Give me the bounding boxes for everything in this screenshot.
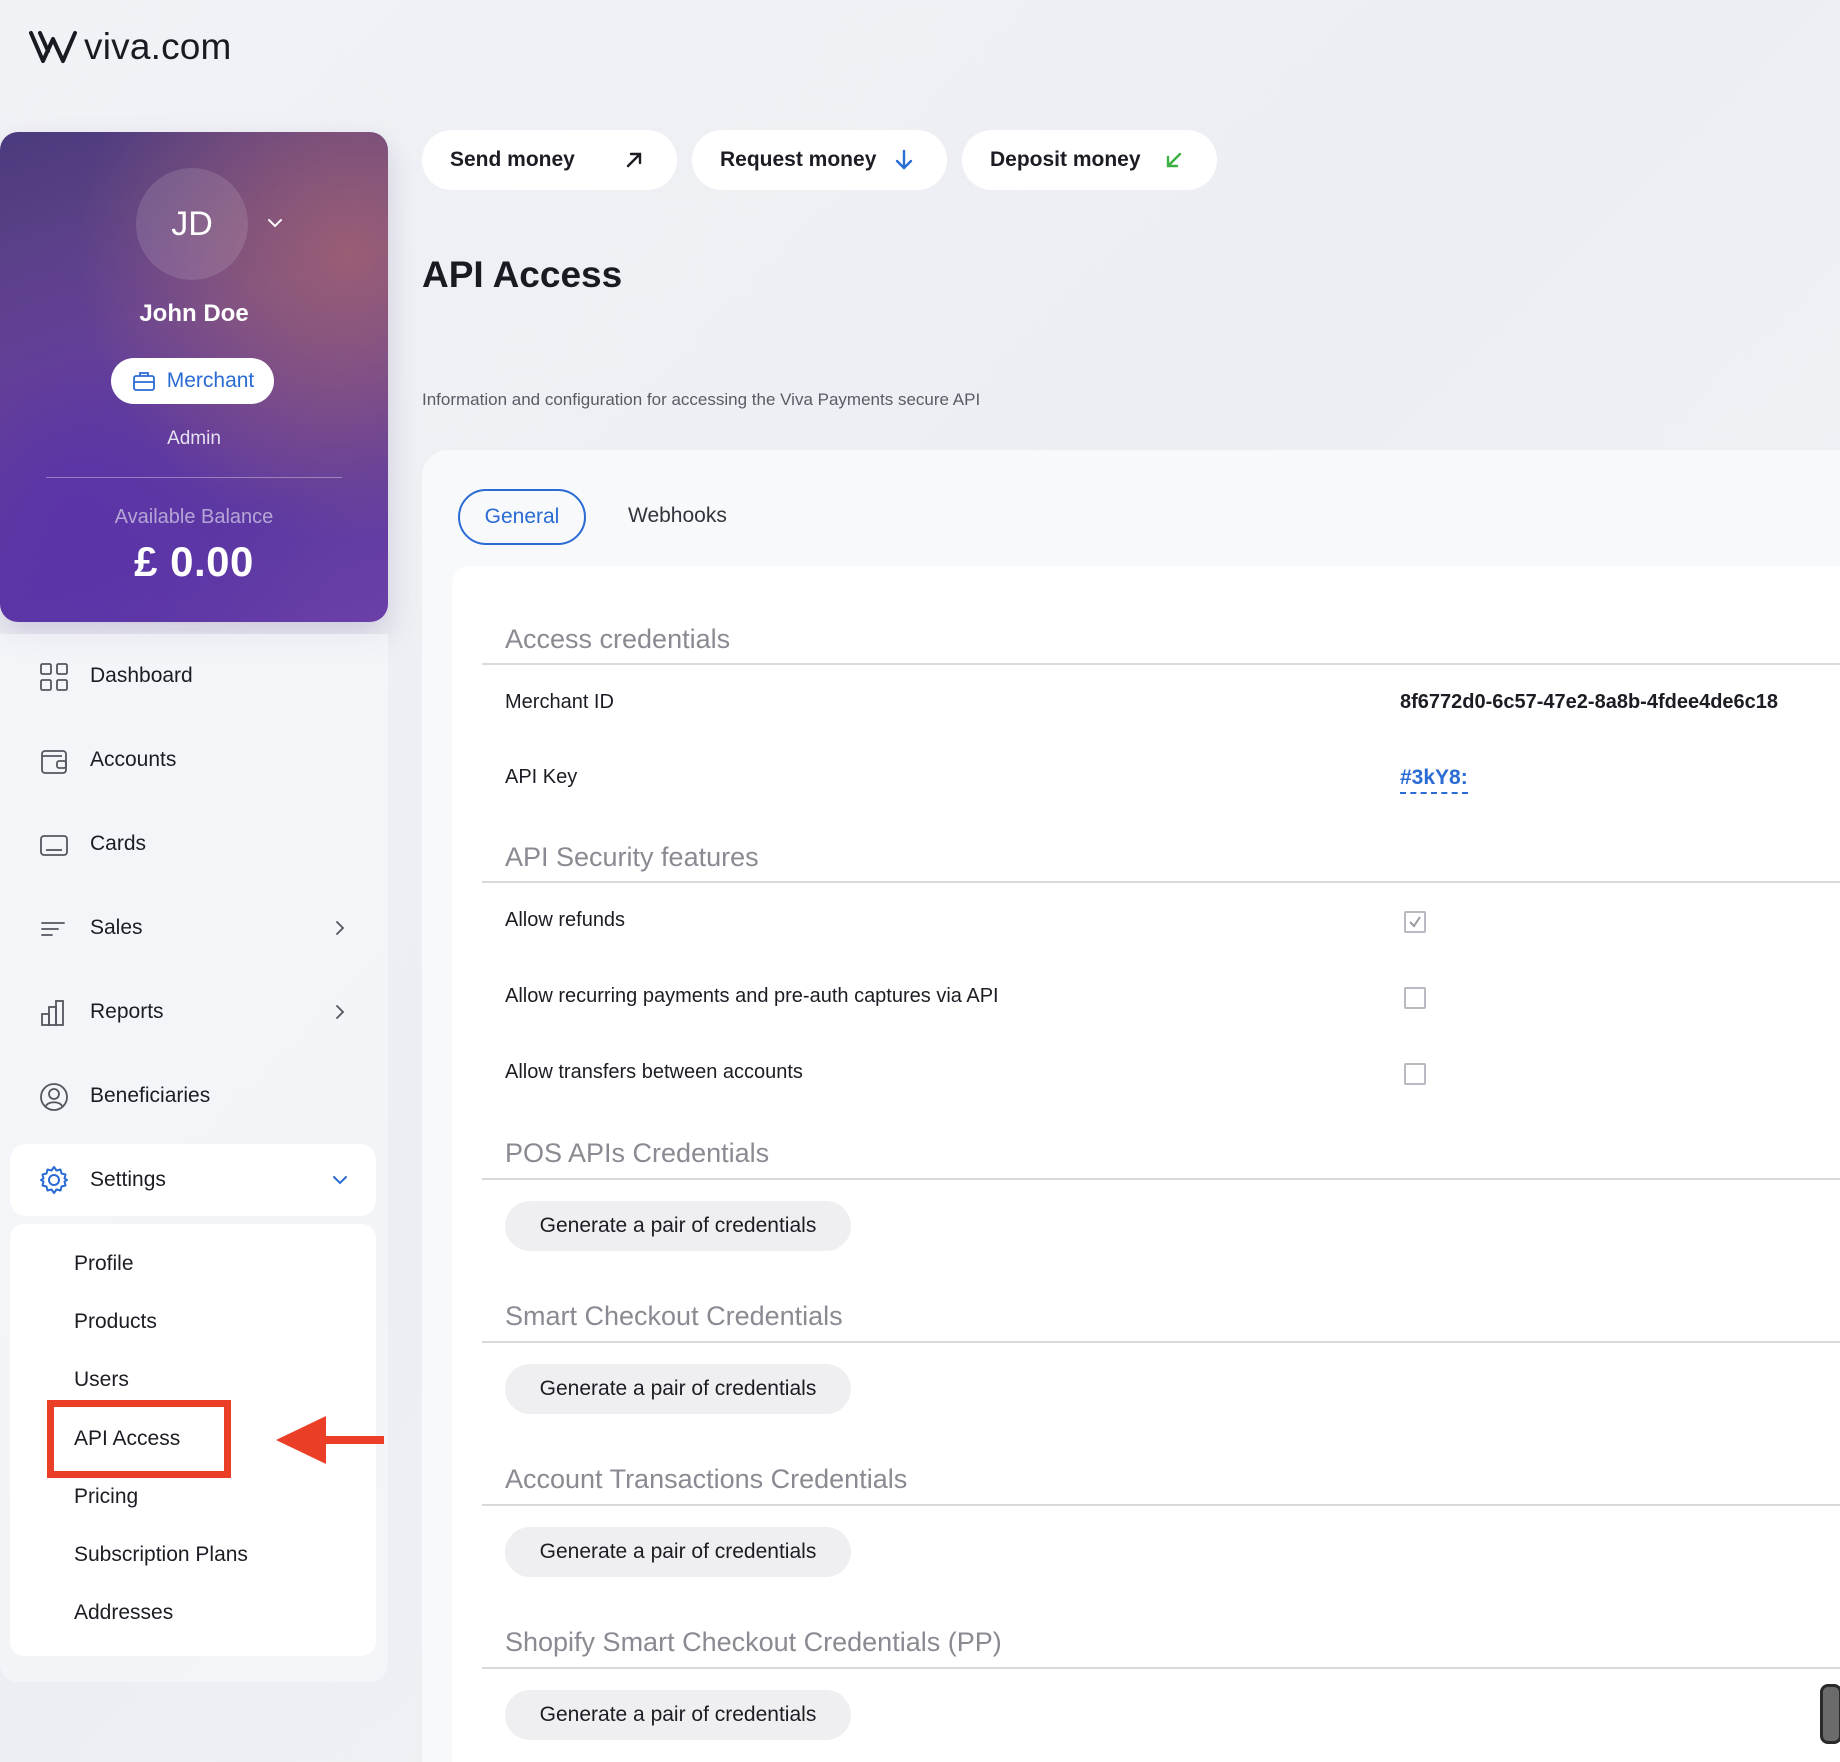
submenu-item-addresses[interactable]: Addresses [74, 1601, 173, 1625]
section-title-security: API Security features [505, 842, 759, 872]
checkmark-icon [1409, 916, 1421, 928]
allow-recurring-label: Allow recurring payments and pre-auth ca… [505, 985, 999, 1007]
grid-icon [40, 663, 68, 691]
user-circle-icon [40, 1083, 68, 1111]
deposit-money-label: Deposit money [990, 148, 1141, 171]
briefcase-icon [132, 372, 155, 391]
viva-logo-icon [29, 31, 77, 63]
page-title: API Access [422, 254, 623, 295]
brand-logo[interactable]: viva.com [28, 26, 232, 68]
sidebar-item-label: Settings [90, 1168, 166, 1191]
page-subtitle: Information and configuration for access… [422, 390, 981, 409]
gear-icon [40, 1166, 68, 1194]
chevron-down-icon [333, 1176, 347, 1185]
submenu-item-users[interactable]: Users [74, 1368, 129, 1392]
generate-smart-checkout-credentials-button[interactable]: Generate a pair of credentials [505, 1364, 851, 1414]
sidebar-item-sales[interactable]: Sales [0, 886, 388, 970]
chevron-right-icon [336, 1005, 345, 1019]
api-key-link[interactable]: #3kY8: [1400, 766, 1468, 794]
divider [46, 477, 342, 478]
request-money-label: Request money [720, 148, 877, 171]
profile-name: John Doe [139, 300, 249, 327]
arrow-down-left-icon [1166, 152, 1182, 168]
submenu-item-profile[interactable]: Profile [74, 1252, 134, 1276]
allow-transfers-label: Allow transfers between accounts [505, 1061, 803, 1083]
sidebar-item-settings[interactable]: Settings [10, 1144, 376, 1216]
arrow-down-icon [895, 149, 913, 170]
sidebar-item-cards[interactable]: Cards [0, 802, 388, 886]
card-icon [40, 835, 68, 856]
brand-name: viva.com [84, 26, 232, 67]
sidebar-item-label: Accounts [90, 748, 177, 771]
access-level: Admin [167, 428, 221, 449]
merchant-id-value: 8f6772d0-6c57-47e2-8a8b-4fdee4de6c18 [1400, 691, 1779, 713]
divider [482, 1178, 1840, 1180]
sidebar-item-label: Sales [90, 916, 143, 939]
sidebar-item-accounts[interactable]: Accounts [0, 718, 388, 802]
section-title-shopify: Shopify Smart Checkout Credentials (PP) [505, 1627, 1002, 1657]
allow-transfers-checkbox[interactable] [1404, 1063, 1426, 1085]
balance-value: £ 0.00 [134, 538, 254, 585]
sidebar-item-dashboard[interactable]: Dashboard [0, 634, 388, 718]
send-money-label: Send money [450, 148, 575, 171]
balance-label: Available Balance [114, 506, 274, 528]
section-title-pos-apis: POS APIs Credentials [505, 1138, 770, 1168]
allow-refunds-label: Allow refunds [505, 909, 626, 931]
role-label: Merchant [166, 369, 255, 392]
submenu-item-products[interactable]: Products [74, 1310, 157, 1334]
section-title-access-credentials: Access credentials [505, 624, 731, 654]
sidebar-item-reports[interactable]: Reports [0, 970, 388, 1054]
divider [482, 1504, 1840, 1506]
sidebar-nav: Dashboard Accounts Cards Sales Reports B… [0, 634, 388, 1138]
arrow-left-annotation-icon [276, 1416, 384, 1464]
highlight-box [47, 1400, 231, 1478]
allow-recurring-checkbox[interactable] [1404, 987, 1426, 1009]
chevron-right-icon [336, 921, 345, 935]
avatar[interactable]: JD [136, 168, 248, 280]
role-badge[interactable]: Merchant [111, 358, 274, 404]
merchant-id-label: Merchant ID [505, 691, 614, 713]
tab-webhooks[interactable]: Webhooks [628, 504, 727, 528]
sidebar-item-label: Cards [90, 832, 147, 855]
generate-pos-credentials-button[interactable]: Generate a pair of credentials [505, 1201, 851, 1251]
divider [482, 1341, 1840, 1343]
chevron-down-icon[interactable] [264, 212, 286, 234]
scrollbar-thumb[interactable] [1820, 1684, 1840, 1744]
sidebar-item-beneficiaries[interactable]: Beneficiaries [0, 1054, 388, 1138]
divider [482, 881, 1840, 883]
divider [482, 1667, 1840, 1669]
section-title-smart-checkout: Smart Checkout Credentials [505, 1301, 843, 1331]
submenu-item-subscription-plans[interactable]: Subscription Plans [74, 1543, 248, 1567]
submenu-item-pricing[interactable]: Pricing [74, 1485, 138, 1509]
deposit-money-button[interactable]: Deposit money [962, 130, 1217, 190]
profile-card: JD John Doe Merchant Admin Available Bal… [0, 132, 388, 622]
allow-refunds-checkbox[interactable] [1404, 911, 1426, 933]
wallet-icon [41, 750, 67, 774]
request-money-button[interactable]: Request money [692, 130, 947, 190]
sidebar-item-label: Beneficiaries [90, 1084, 211, 1107]
api-key-label: API Key [505, 766, 578, 788]
tab-general[interactable]: General [458, 489, 586, 545]
generate-account-transactions-credentials-button[interactable]: Generate a pair of credentials [505, 1527, 851, 1577]
generate-shopify-credentials-button[interactable]: Generate a pair of credentials [505, 1690, 851, 1740]
send-money-button[interactable]: Send money [422, 130, 677, 190]
section-title-account-transactions: Account Transactions Credentials [505, 1464, 908, 1494]
sidebar-item-label: Reports [90, 1000, 164, 1023]
sidebar-item-label: Dashboard [90, 664, 193, 687]
avatar-initials: JD [171, 204, 213, 243]
bar-chart-icon [41, 1000, 64, 1026]
lines-icon [41, 922, 65, 936]
divider [482, 663, 1840, 665]
arrow-up-right-icon [626, 152, 642, 168]
